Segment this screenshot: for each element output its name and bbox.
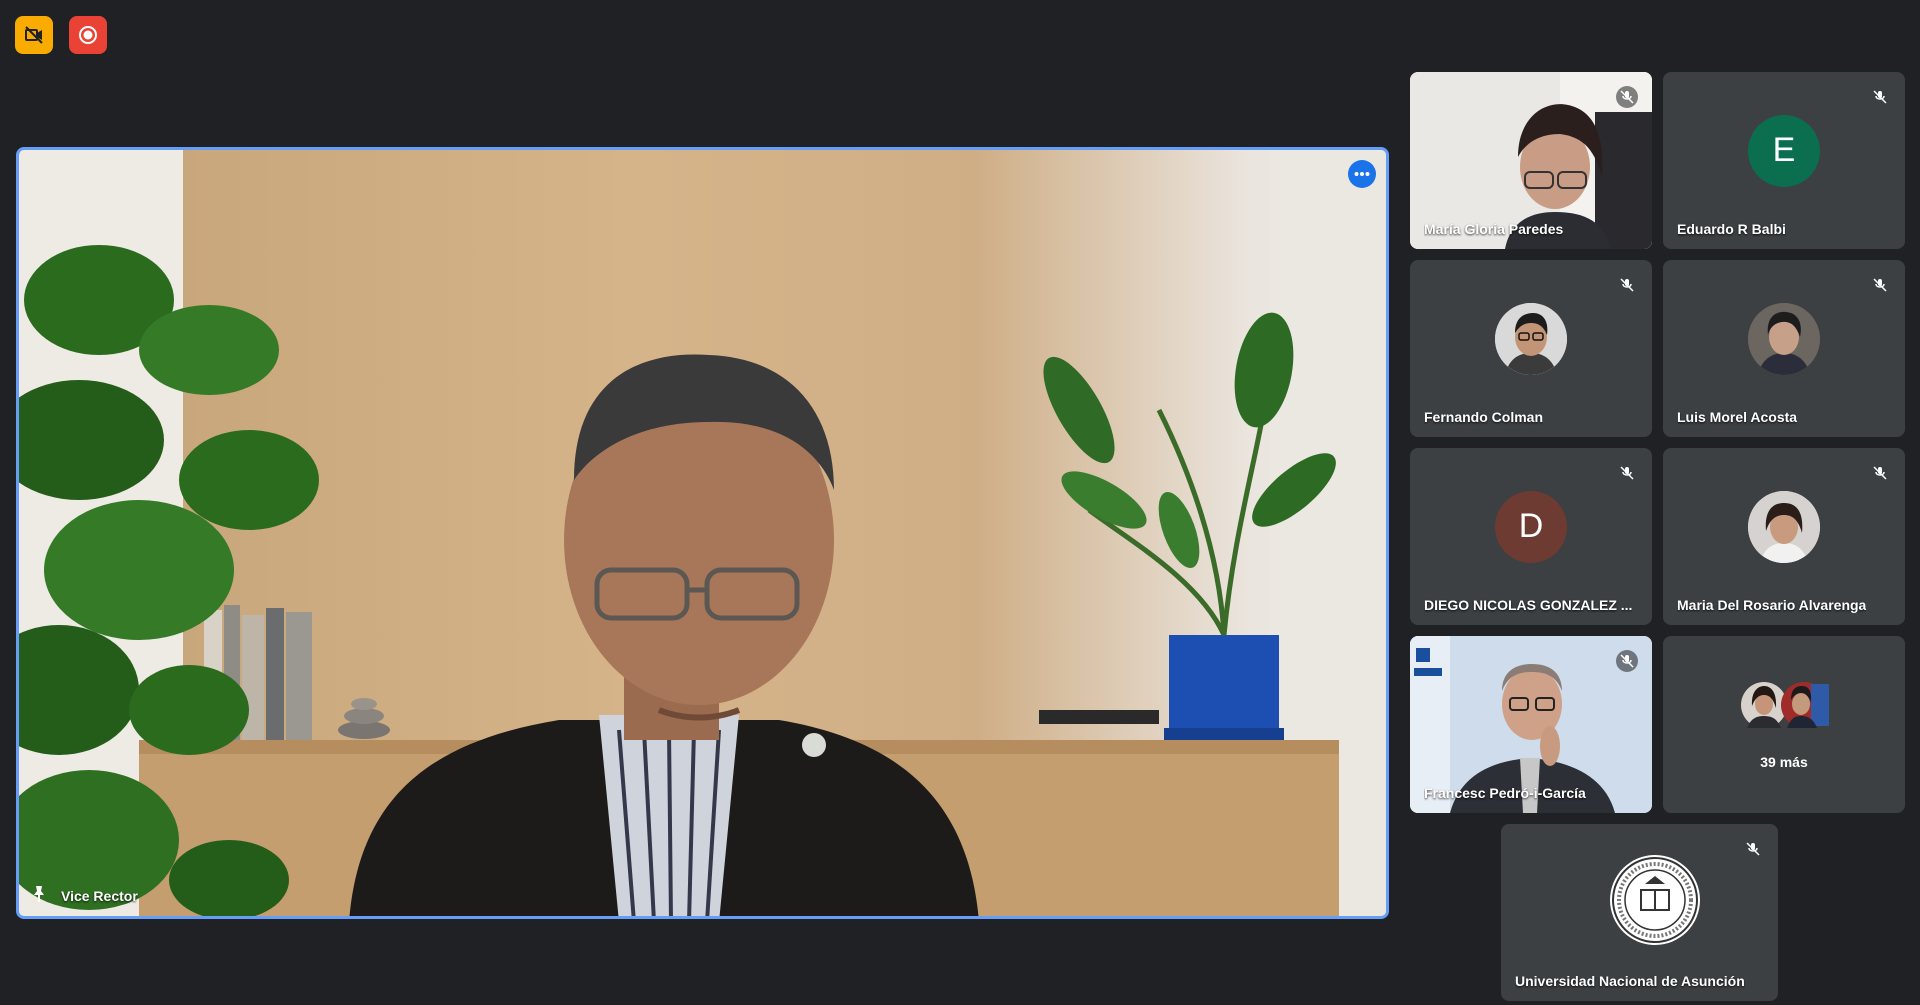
participant-name: Maria Del Rosario Alvarenga (1677, 597, 1867, 613)
avatar (1495, 302, 1567, 375)
participant-tile[interactable]: Francesc Pedró-i-García (1410, 636, 1652, 813)
more-options-button[interactable] (1348, 160, 1376, 188)
mic-off-icon (1616, 274, 1638, 296)
avatar: E (1748, 114, 1820, 187)
participant-tile[interactable]: Universidad Nacional de Asunción (1501, 824, 1778, 1001)
participant-tile[interactable]: Fernando Colman (1410, 260, 1652, 437)
participant-name: DIEGO NICOLAS GONZALEZ ... (1424, 597, 1633, 613)
mic-off-icon (1869, 462, 1891, 484)
pin-icon[interactable] (31, 885, 47, 906)
mic-off-icon (1616, 462, 1638, 484)
more-participants-tile[interactable]: 39 más (1663, 636, 1905, 813)
status-icons (15, 16, 107, 54)
mic-off-icon (1869, 86, 1891, 108)
avatar (1748, 302, 1820, 375)
participant-tile[interactable]: María Gloria Paredes (1410, 72, 1652, 249)
participant-tile[interactable]: D DIEGO NICOLAS GONZALEZ ... (1410, 448, 1652, 625)
speaker-name: Vice Rector (61, 887, 138, 904)
participant-tile[interactable]: Maria Del Rosario Alvarenga (1663, 448, 1905, 625)
participant-name: Francesc Pedró-i-García (1424, 785, 1586, 801)
main-speaker-tile[interactable]: Vice Rector (16, 147, 1389, 919)
participant-name: Fernando Colman (1424, 409, 1544, 425)
recording-icon[interactable] (69, 16, 107, 54)
participant-tile[interactable]: E Eduardo R Balbi (1663, 72, 1905, 249)
speaker-video (19, 150, 1386, 916)
participant-tile[interactable]: Luis Morel Acosta (1663, 260, 1905, 437)
camera-off-icon[interactable] (15, 16, 53, 54)
participant-name: María Gloria Paredes (1424, 221, 1564, 237)
main-speaker-label: Vice Rector (31, 885, 138, 906)
participant-avatars (1741, 682, 1829, 728)
participant-name: Eduardo R Balbi (1677, 221, 1786, 237)
mic-off-icon (1616, 86, 1638, 108)
participant-name: Universidad Nacional de Asunción (1515, 973, 1745, 989)
mic-off-icon (1616, 650, 1638, 672)
mic-off-icon (1869, 274, 1891, 296)
avatar (1748, 490, 1820, 563)
university-seal-icon (1610, 855, 1700, 945)
more-participants-label: 39 más (1760, 754, 1808, 770)
participant-name: Luis Morel Acosta (1677, 409, 1798, 425)
mic-off-icon (1742, 838, 1764, 860)
avatar: D (1495, 490, 1567, 563)
